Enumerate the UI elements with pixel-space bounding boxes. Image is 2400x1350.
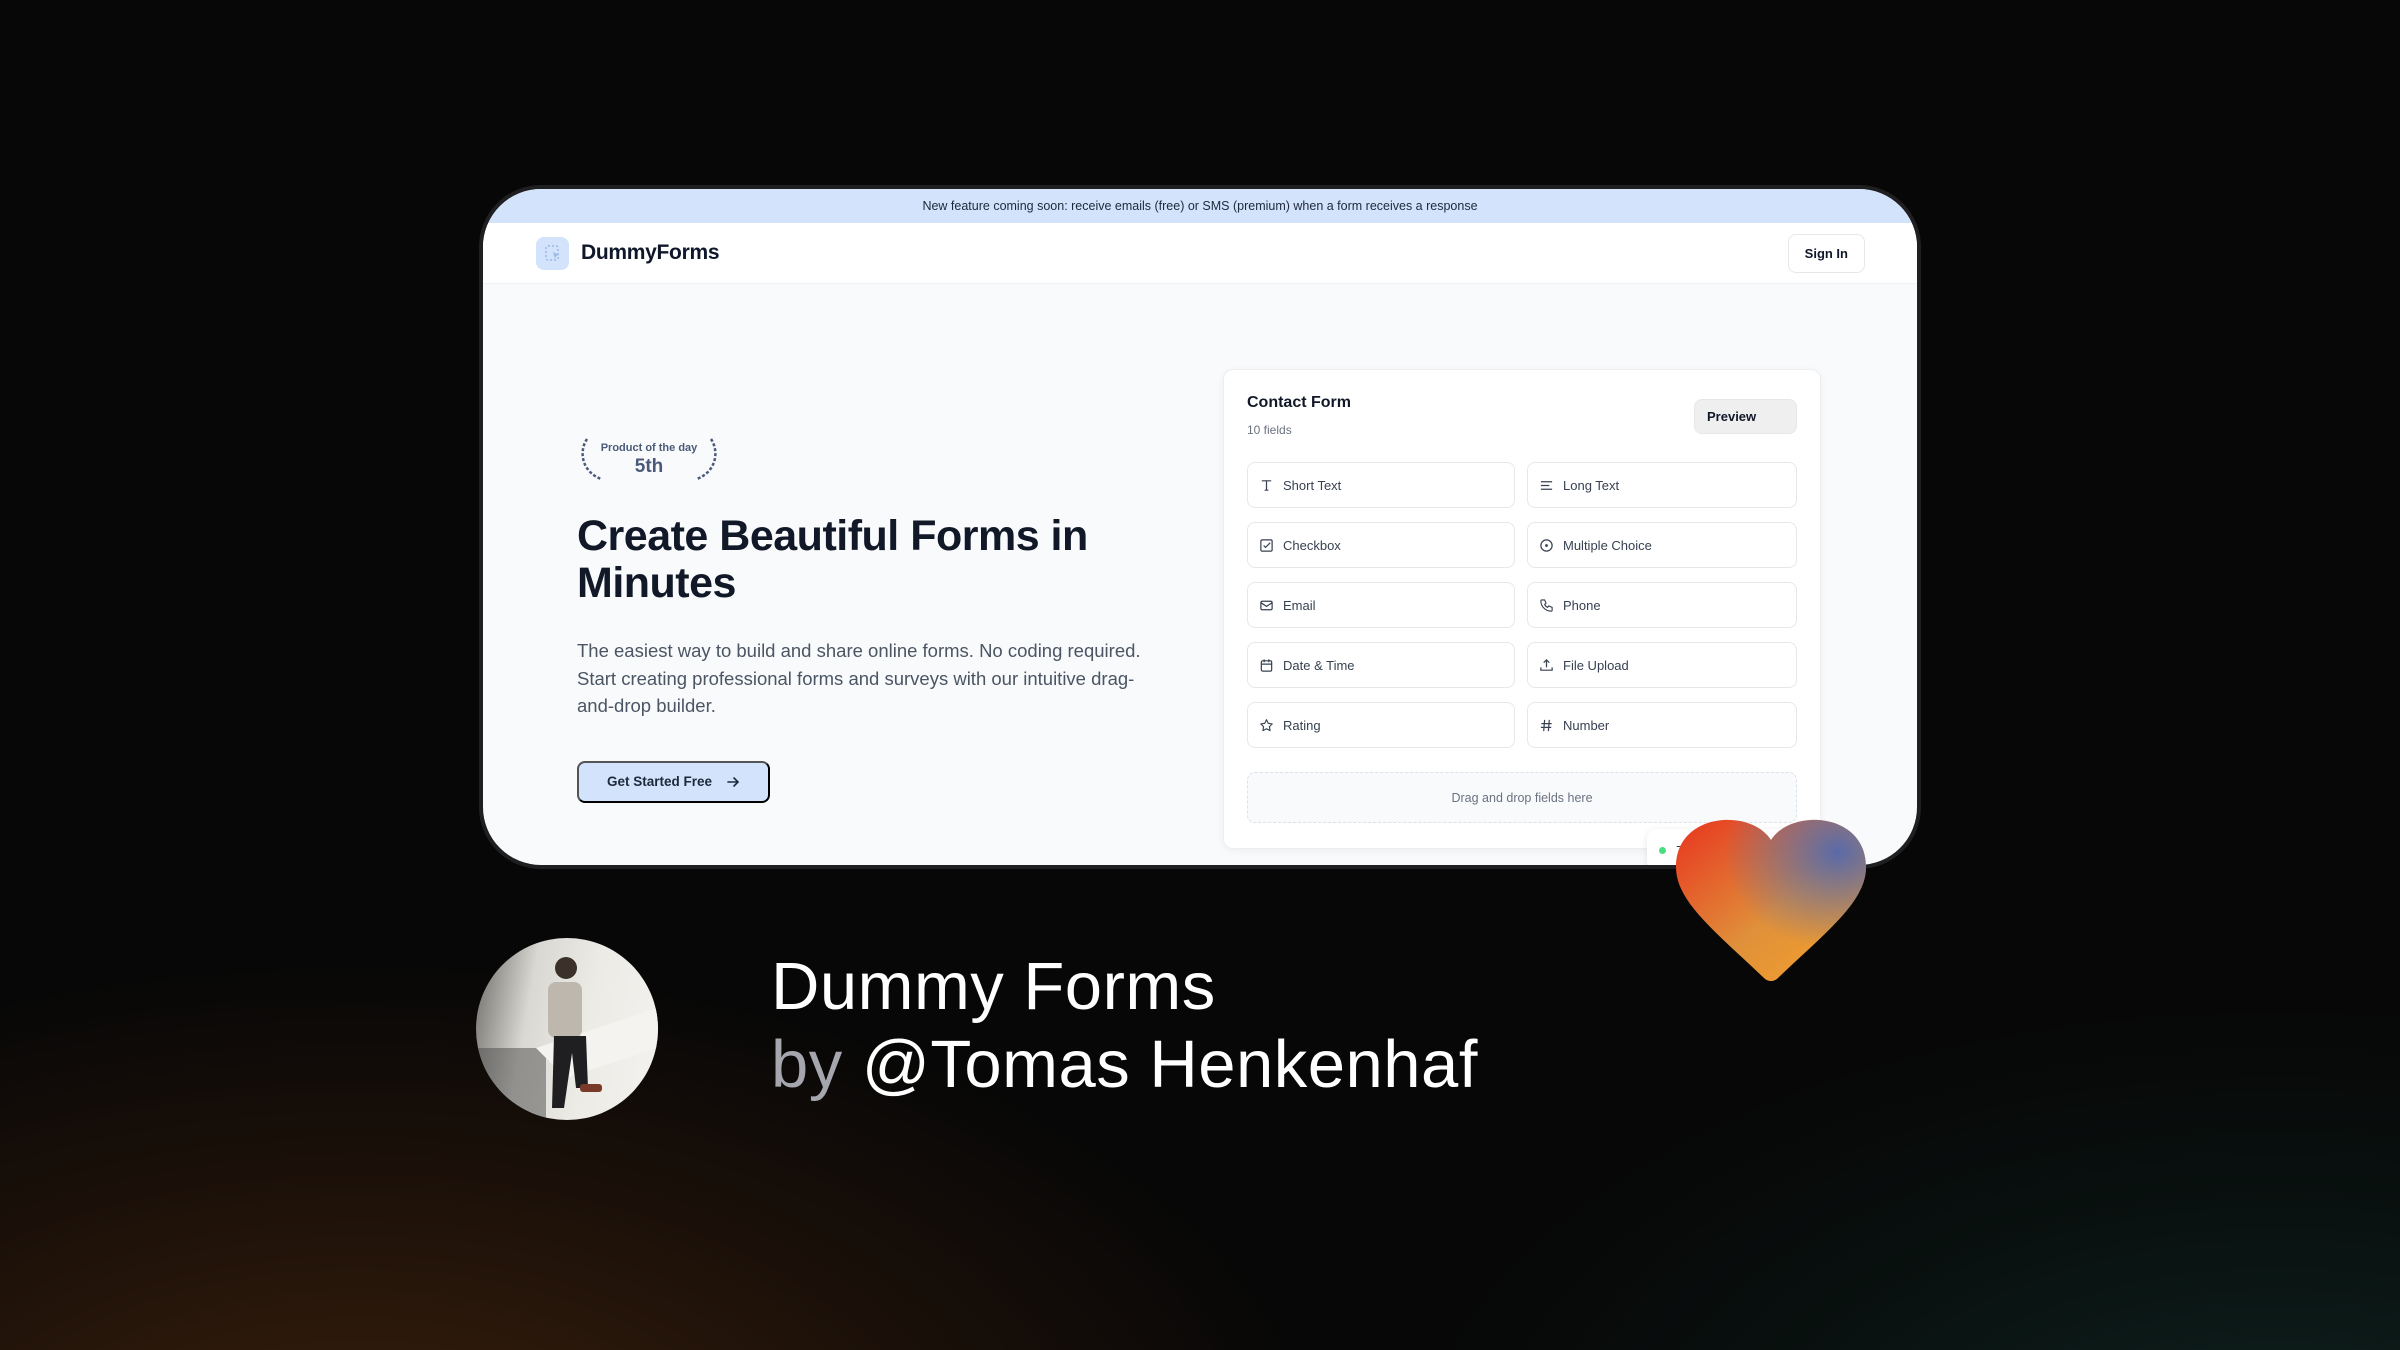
- field-label: Number: [1563, 717, 1610, 733]
- field-date-time[interactable]: Date & Time: [1247, 642, 1515, 688]
- field-label: Phone: [1563, 597, 1601, 613]
- hero-description: The easiest way to build and share onlin…: [577, 640, 1141, 716]
- checkbox-icon: [1260, 538, 1273, 552]
- field-label: Date & Time: [1283, 657, 1355, 673]
- announcement-banner: New feature coming soon: receive emails …: [483, 189, 1917, 223]
- field-multiple-choice[interactable]: Multiple Choice: [1527, 522, 1797, 568]
- badge-label: Product of the day: [600, 442, 698, 454]
- field-label: Short Text: [1283, 477, 1342, 493]
- field-label: Long Text: [1563, 477, 1620, 493]
- logo-icon: [536, 236, 569, 270]
- field-file-upload[interactable]: File Upload: [1527, 642, 1797, 688]
- get-started-button[interactable]: Get Started Free: [577, 760, 770, 803]
- form-title: Contact Form: [1247, 394, 1351, 411]
- brand-name: DummyForms: [581, 241, 720, 264]
- app-window: New feature coming soon: receive emails …: [479, 185, 1921, 869]
- author-credit: Dummy Forms by @Tomas Henkenhaf: [771, 948, 1478, 1104]
- field-label: Multiple Choice: [1563, 537, 1652, 553]
- form-builder-card: Contact Form 10 fields Preview Short Tex…: [1223, 369, 1821, 849]
- sign-in-button[interactable]: Sign In: [1787, 233, 1865, 273]
- field-count: 10 fields: [1247, 423, 1292, 437]
- upload-icon: [1540, 658, 1553, 671]
- product-name: Dummy Forms: [771, 949, 1216, 1024]
- field-checkbox[interactable]: Checkbox: [1247, 522, 1515, 568]
- heart-icon[interactable]: [1676, 812, 1866, 984]
- product-of-the-day-badge[interactable]: Product of the day 5th: [577, 437, 721, 483]
- field-phone[interactable]: Phone: [1527, 582, 1797, 628]
- preview-button[interactable]: Preview: [1694, 399, 1797, 434]
- field-palette: Short Text Long Text Checkbox Multiple C…: [1247, 462, 1797, 748]
- author-name[interactable]: @Tomas Henkenhaf: [862, 1027, 1478, 1102]
- field-label: Checkbox: [1283, 537, 1341, 553]
- navbar: DummyForms Sign In: [483, 223, 1917, 284]
- field-label: Email: [1283, 597, 1316, 613]
- phone-icon: [1540, 598, 1553, 612]
- laurel-left-icon: [581, 438, 602, 481]
- person-photo-icon: [476, 957, 658, 1120]
- get-started-label: Get Started Free: [606, 774, 713, 789]
- mail-icon: [1260, 600, 1273, 610]
- laurel-right-icon: [696, 438, 717, 481]
- field-rating[interactable]: Rating: [1247, 702, 1515, 748]
- hash-icon: [1540, 719, 1552, 731]
- star-icon: [1260, 718, 1273, 731]
- field-label: File Upload: [1563, 657, 1629, 673]
- brand-link[interactable]: DummyForms: [536, 236, 720, 270]
- badge-rank: 5th: [634, 456, 664, 477]
- arrow-right-icon: [727, 776, 740, 787]
- author-avatar: [476, 938, 658, 1120]
- hero-section: Product of the day 5th Create Beautiful …: [577, 437, 1177, 803]
- field-label: Rating: [1283, 717, 1321, 733]
- field-number[interactable]: Number: [1527, 702, 1797, 748]
- align-left-icon: [1540, 480, 1553, 490]
- hero-title: Create Beautiful Forms in Minutes: [577, 512, 1088, 607]
- field-long-text[interactable]: Long Text: [1527, 462, 1797, 508]
- online-dot-icon: [1659, 846, 1666, 854]
- field-short-text[interactable]: Short Text: [1247, 462, 1515, 508]
- radio-icon: [1540, 538, 1553, 552]
- calendar-icon: [1260, 658, 1273, 672]
- by-label: by: [771, 1027, 843, 1102]
- field-email[interactable]: Email: [1247, 582, 1515, 628]
- type-icon: [1261, 479, 1272, 491]
